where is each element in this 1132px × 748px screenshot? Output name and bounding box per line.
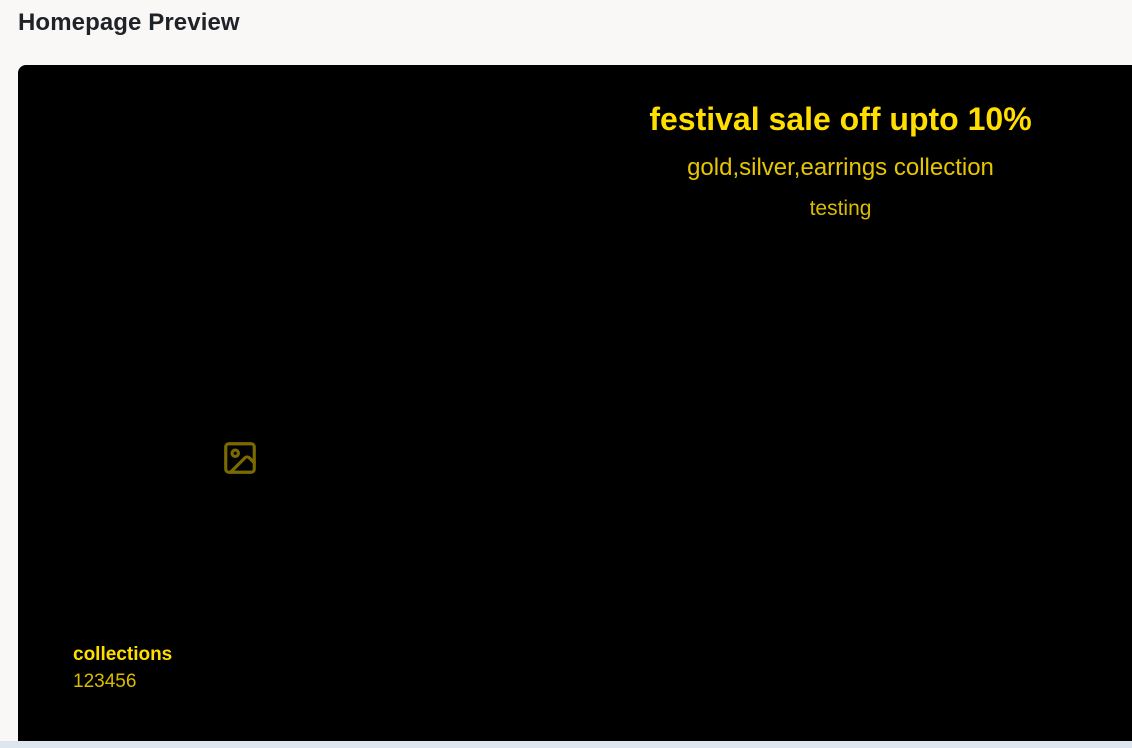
collections-code: 123456 bbox=[73, 671, 137, 692]
page-title: Homepage Preview bbox=[18, 9, 240, 36]
hero-text-block: festival sale off upto 10% gold,silver,e… bbox=[588, 99, 1093, 222]
homepage-preview-card: festival sale off upto 10% gold,silver,e… bbox=[18, 65, 1132, 741]
hero-tagline: testing bbox=[809, 197, 872, 220]
hero-heading: festival sale off upto 10% bbox=[649, 101, 1032, 137]
image-placeholder-icon bbox=[221, 439, 259, 477]
collections-title: collections bbox=[73, 644, 173, 665]
collections-block: collections 123456 bbox=[73, 644, 172, 694]
homepage-preview-page: Homepage Preview festival sale off upto … bbox=[0, 0, 1132, 748]
hero-subheading: gold,silver,earrings collection bbox=[687, 154, 994, 181]
image-icon-svg bbox=[224, 442, 256, 474]
bottom-scrollbar-strip bbox=[0, 741, 1132, 748]
